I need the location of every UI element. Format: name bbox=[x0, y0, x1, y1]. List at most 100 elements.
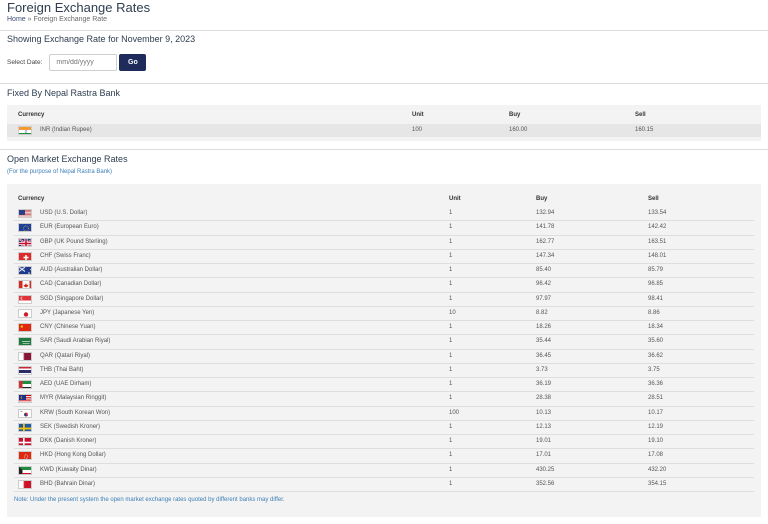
malaysia-flag-icon bbox=[18, 394, 32, 404]
sell-rate-cell: 8.86 bbox=[648, 309, 660, 316]
saudi-flag-icon bbox=[18, 337, 32, 347]
unit-cell: 1 bbox=[449, 395, 453, 402]
open-col-buy: Buy bbox=[536, 196, 548, 202]
currency-cell: EUR (European Euro) bbox=[40, 224, 99, 231]
sell-rate-cell: 19.10 bbox=[648, 438, 664, 444]
sell-rate-cell: 354.15 bbox=[648, 480, 667, 487]
table-row: SEK (Swedish Kroner) 1 12.13 12.19 bbox=[7, 421, 761, 434]
table-row: CAD (Canadian Dollar) 1 96.42 96.85 bbox=[7, 278, 761, 291]
divider bbox=[0, 149, 768, 150]
table-row: GBP (UK Pound Sterling) 1 162.77 163.51 bbox=[7, 236, 761, 249]
sell-rate-cell: 35.60 bbox=[648, 338, 664, 345]
open-col-sell: Sell bbox=[648, 196, 659, 202]
thailand-flag-icon bbox=[18, 365, 32, 375]
kuwait-flag-icon bbox=[18, 465, 32, 475]
currency-cell: AUD (Australian Dollar) bbox=[40, 267, 103, 273]
buy-rate-cell: 35.44 bbox=[536, 338, 552, 345]
fixed-col-sell: Sell bbox=[635, 112, 646, 118]
showing-date-heading: Showing Exchange Rate for November 9, 20… bbox=[7, 34, 196, 44]
open-col-unit: Unit bbox=[449, 196, 461, 202]
table-row: EUR (European Euro) 1 141.78 142.42 bbox=[7, 221, 761, 234]
date-input[interactable] bbox=[49, 54, 118, 71]
unit-cell: 1 bbox=[449, 352, 453, 359]
open-col-currency: Currency bbox=[18, 196, 45, 202]
table-row: BHD (Bahrain Dinar) 1 352.56 354.15 bbox=[7, 478, 761, 491]
buy-rate-cell: 12.13 bbox=[536, 423, 552, 430]
go-button[interactable]: Go bbox=[119, 54, 147, 71]
table-row: SGD (Singapore Dollar) 1 97.97 98.41 bbox=[7, 293, 761, 306]
unit-cell: 100 bbox=[449, 409, 460, 416]
uk-flag-icon bbox=[18, 237, 32, 247]
currency-cell: SAR (Saudi Arabian Riyal) bbox=[40, 338, 111, 345]
sell-rate-cell: 133.54 bbox=[648, 210, 667, 216]
table-row: AED (UAE Dirham) 1 36.19 36.36 bbox=[7, 378, 761, 391]
currency-cell: SEK (Swedish Kroner) bbox=[40, 423, 101, 430]
japan-flag-icon bbox=[18, 308, 32, 318]
sell-rate-cell: 12.19 bbox=[648, 423, 664, 430]
qatar-flag-icon bbox=[18, 351, 32, 361]
currency-cell: DKK (Danish Kroner) bbox=[40, 438, 97, 444]
fixed-col-unit: Unit bbox=[412, 112, 424, 118]
breadcrumb-home-link[interactable]: Home bbox=[7, 16, 26, 23]
india-flag-icon bbox=[18, 126, 32, 135]
buy-rate-cell: 36.45 bbox=[536, 352, 552, 359]
buy-rate-cell: 162.77 bbox=[536, 238, 555, 245]
currency-cell: KRW (South Korean Won) bbox=[40, 409, 111, 416]
uae-flag-icon bbox=[18, 380, 32, 389]
unit-cell: 1 bbox=[449, 295, 453, 302]
sell-rate-cell: 3.75 bbox=[648, 366, 660, 373]
sell-rate-cell: 28.51 bbox=[648, 395, 664, 402]
currency-cell: KWD (Kuwaity Dinar) bbox=[40, 466, 97, 473]
currency-cell: QAR (Qatari Riyal) bbox=[40, 352, 91, 359]
currency-cell: CHF (Swiss Franc) bbox=[40, 252, 91, 259]
breadcrumb: Home » Foreign Exchange Rate bbox=[7, 16, 107, 23]
buy-rate-cell: 10.13 bbox=[536, 409, 552, 416]
unit-cell: 1 bbox=[449, 466, 453, 473]
unit-cell: 10 bbox=[449, 309, 456, 316]
unit-cell: 1 bbox=[449, 452, 453, 459]
table-row: DKK (Danish Kroner) 1 19.01 19.10 bbox=[7, 435, 761, 448]
table-row: USD (U.S. Dollar) 1 132.94 133.54 bbox=[7, 207, 761, 220]
buy-rate-cell: 96.42 bbox=[536, 281, 552, 288]
buy-rate-cell: 352.56 bbox=[536, 480, 555, 487]
bahrain-flag-icon bbox=[18, 479, 32, 489]
sell-rate-cell: 148.01 bbox=[648, 252, 667, 259]
currency-cell: USD (U.S. Dollar) bbox=[40, 210, 88, 216]
sell-rate-cell: 98.41 bbox=[648, 295, 664, 302]
open-market-heading: Open Market Exchange Rates bbox=[7, 154, 128, 164]
sell-rate-cell: 18.34 bbox=[648, 324, 664, 330]
currency-cell: JPY (Japanese Yen) bbox=[40, 309, 95, 316]
sell-rate-cell: 85.79 bbox=[648, 267, 664, 273]
buy-rate-cell: 147.34 bbox=[536, 252, 555, 259]
table-row: CNY (Chinese Yuan) 1 18.26 18.34 bbox=[7, 321, 761, 334]
table-row: KWD (Kuwaity Dinar) 1 430.25 432.20 bbox=[7, 464, 761, 477]
singapore-flag-icon bbox=[18, 294, 32, 304]
unit-cell: 1 bbox=[449, 438, 453, 444]
sweden-flag-icon bbox=[18, 422, 32, 432]
buy-rate-cell: 18.26 bbox=[536, 324, 552, 330]
buy-rate-cell: 3.73 bbox=[536, 366, 548, 373]
buy-rate-cell: 8.82 bbox=[536, 309, 548, 316]
swiss-flag-icon bbox=[18, 251, 32, 261]
sell-rate-cell: 142.42 bbox=[648, 224, 667, 231]
buy-rate-cell: 17.01 bbox=[536, 452, 552, 459]
table-row: SAR (Saudi Arabian Riyal) 1 35.44 35.60 bbox=[7, 335, 761, 348]
row-divider bbox=[14, 491, 754, 492]
unit-cell: 1 bbox=[449, 480, 453, 487]
unit-cell: 1 bbox=[449, 210, 453, 216]
unit-cell: 100 bbox=[412, 127, 423, 133]
buy-rate-cell: 141.78 bbox=[536, 224, 555, 231]
unit-cell: 1 bbox=[449, 267, 453, 273]
sell-rate-cell: 163.51 bbox=[648, 238, 667, 245]
unit-cell: 1 bbox=[449, 366, 453, 373]
date-selector: Select Date: Go bbox=[7, 54, 147, 71]
table-row: QAR (Qatari Riyal) 1 36.45 36.62 bbox=[7, 350, 761, 363]
buy-rate-cell: 28.38 bbox=[536, 395, 552, 402]
unit-cell: 1 bbox=[449, 224, 453, 231]
unit-cell: 1 bbox=[449, 381, 453, 387]
divider bbox=[0, 30, 768, 31]
buy-rate-cell: 430.25 bbox=[536, 466, 555, 473]
open-market-subtitle: (For the purpose of Nepal Rastra Bank) bbox=[7, 169, 113, 175]
sell-rate-cell: 36.62 bbox=[648, 352, 664, 359]
table-row: JPY (Japanese Yen) 10 8.82 8.86 bbox=[7, 307, 761, 320]
